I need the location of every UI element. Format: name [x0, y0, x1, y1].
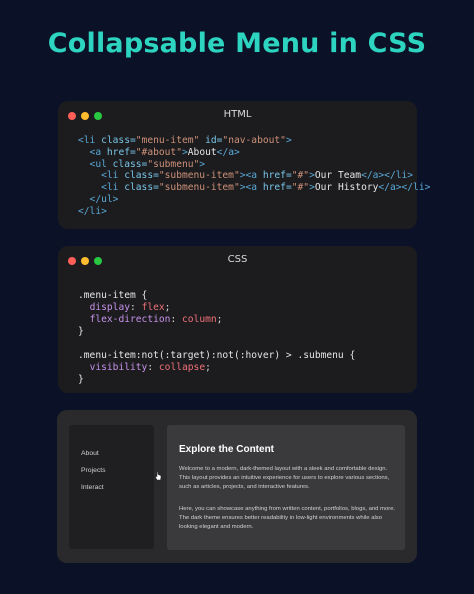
page-title: Collapsable Menu in CSS — [47, 28, 427, 59]
menu-item-about[interactable]: About — [81, 450, 99, 457]
css-code-card: CSS .menu-item { display: flex; flex-dir… — [58, 246, 417, 393]
content-paragraph: Here, you can showcase anything from wri… — [179, 506, 396, 530]
css-selector: .menu-item { — [78, 290, 148, 301]
code-line: <li class="submenu-item"><a href="#">Our… — [78, 182, 431, 194]
css-selector: .menu-item:not(:target):not(:hover) > .s… — [78, 350, 356, 361]
code-line: <li class="menu-item" id="nav-about"> — [78, 135, 292, 146]
demo-preview: About Projects Interact Explore the Cont… — [57, 410, 417, 563]
css-code-block: .menu-item { display: flex; flex-directi… — [78, 290, 355, 386]
html-code-block: <li class="menu-item" id="nav-about"> <a… — [78, 135, 430, 218]
code-line: <li class="submenu-item"><a href="#">Our… — [78, 170, 414, 182]
css-declaration: display: flex; — [89, 302, 171, 313]
menu-item-interact[interactable]: Interact — [81, 484, 104, 491]
css-rule-close: } — [78, 374, 84, 385]
html-card-title: HTML — [223, 109, 252, 120]
sidebar-menu: About Projects Interact — [69, 425, 162, 549]
hand-cursor-icon — [155, 471, 162, 481]
css-card-title: CSS — [227, 254, 248, 265]
code-line: </ul> — [78, 193, 119, 205]
code-line: </li> — [78, 205, 107, 217]
html-code-card: HTML <li class="menu-item" id="nav-about… — [58, 101, 430, 229]
css-declaration: visibility: collapse; — [89, 362, 211, 373]
content-paragraph: Welcome to a modern, dark-themed layout … — [179, 466, 390, 490]
content-panel: Explore the Content Welcome to a modern,… — [167, 425, 405, 550]
code-line: <ul class="submenu"> — [78, 158, 206, 170]
code-line: <a href="#about">About</a> — [78, 146, 240, 158]
content-heading: Explore the Content — [179, 444, 275, 455]
css-declaration: flex-direction: column; — [89, 314, 223, 325]
menu-item-projects[interactable]: Projects — [81, 467, 106, 474]
css-rule-close: } — [78, 326, 84, 337]
